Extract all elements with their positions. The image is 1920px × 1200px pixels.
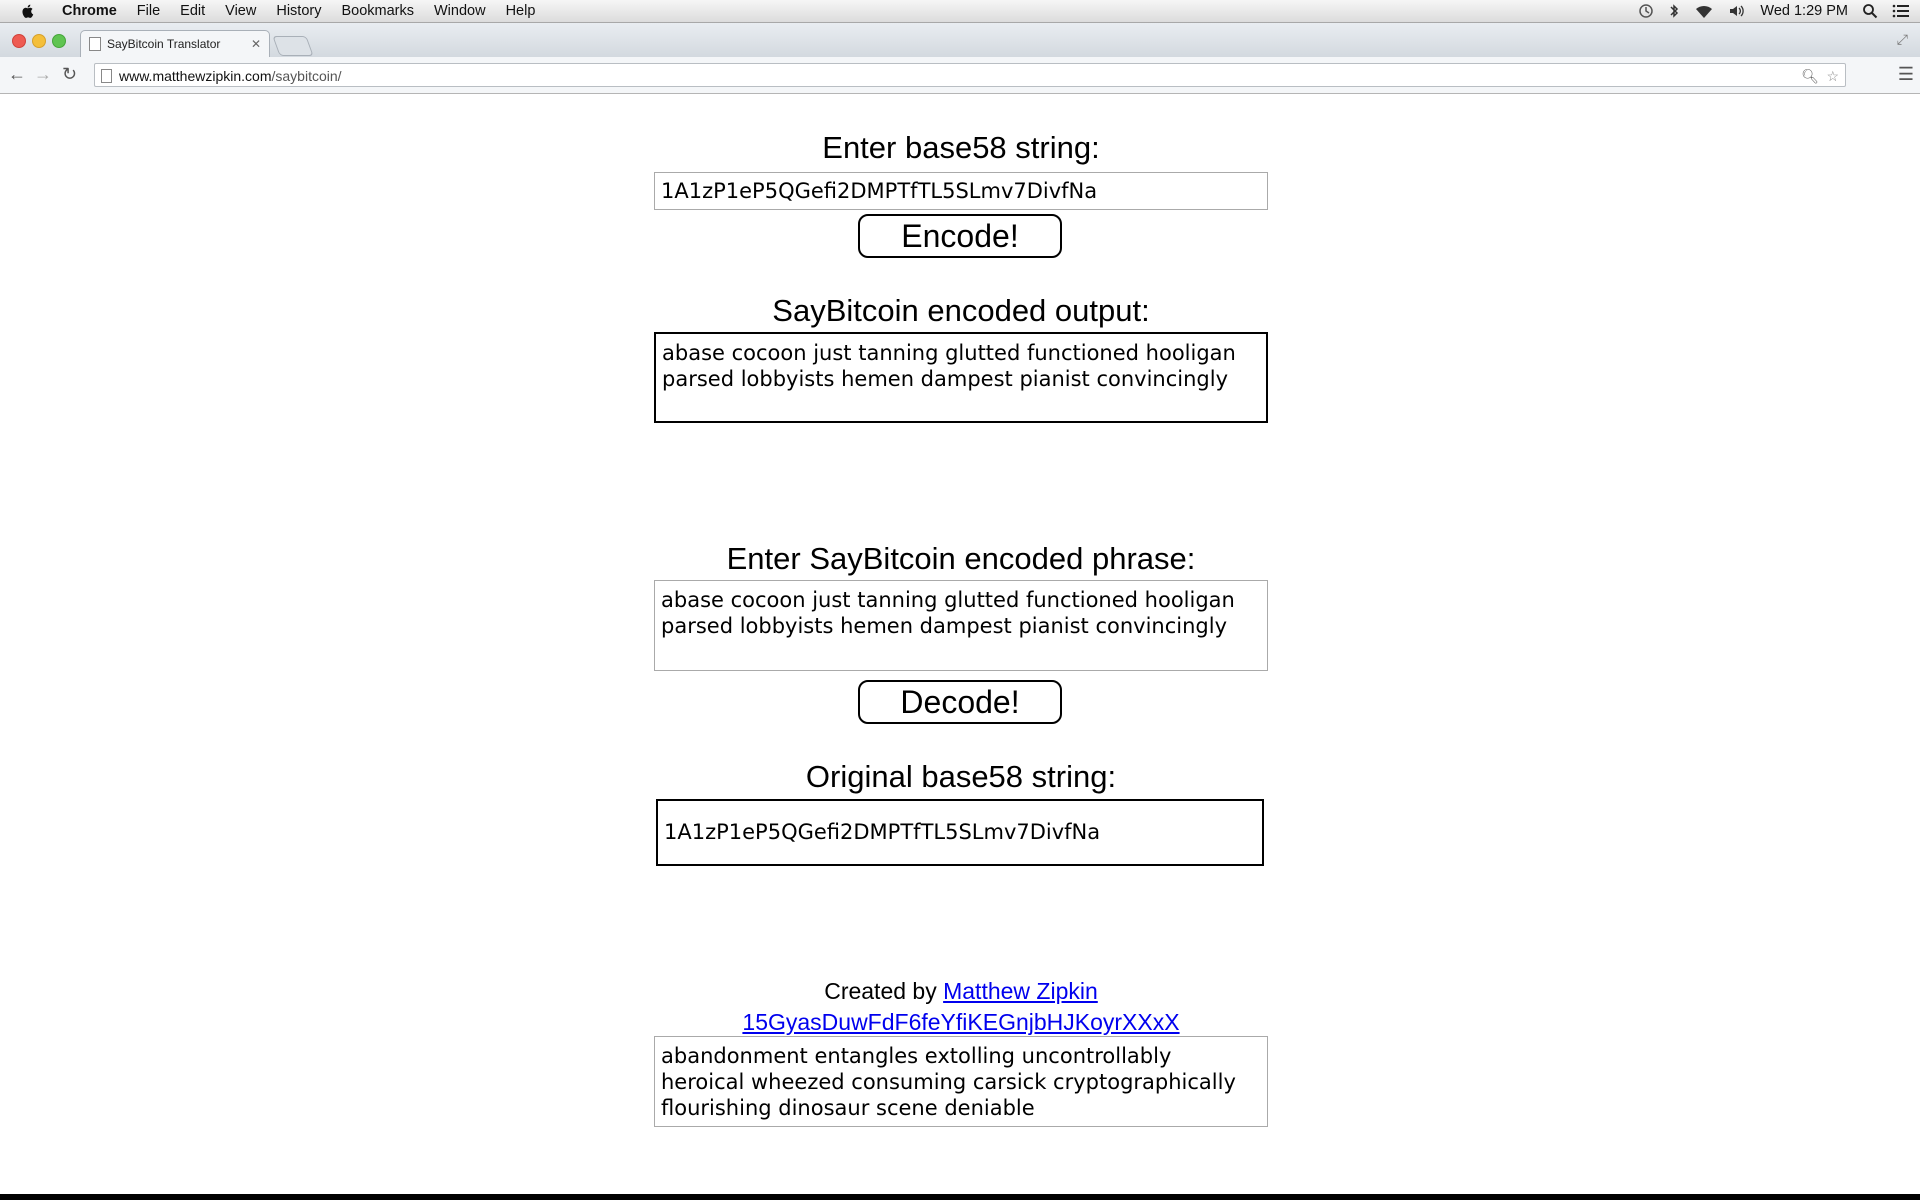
page-content: Enter base58 string: 1A1zP1eP5QGefi2DMPT…: [0, 94, 1920, 1194]
browser-toolbar: ← → ↻ www.matthewzipkin.com/saybitcoin/ …: [0, 57, 1920, 94]
new-tab-button[interactable]: [272, 36, 314, 56]
menu-file[interactable]: File: [127, 0, 170, 22]
forward-arrow-icon[interactable]: →: [34, 64, 52, 85]
spotlight-search-icon[interactable]: [1862, 3, 1878, 19]
encoded-output-box[interactable]: abase cocoon just tanning glutted functi…: [654, 332, 1268, 423]
author-link[interactable]: Matthew Zipkin: [943, 978, 1098, 1004]
wifi-icon[interactable]: [1694, 3, 1714, 19]
menu-app-chrome[interactable]: Chrome: [52, 0, 127, 22]
chrome-menu-icon[interactable]: ☰: [1898, 64, 1914, 85]
volume-icon[interactable]: [1728, 3, 1746, 19]
zoom-icon[interactable]: 🔍︎: [1801, 64, 1819, 88]
url-host: www.matthewzipkin.com: [119, 68, 272, 84]
window-zoom-button[interactable]: [52, 34, 66, 48]
address-bar[interactable]: www.matthewzipkin.com/saybitcoin/ 🔍︎ ☆: [94, 63, 1846, 87]
address-phrase-box[interactable]: abandonment entangles extolling uncontro…: [654, 1036, 1268, 1127]
browser-tab-strip: SayBitcoin Translator ✕ ⤢: [0, 23, 1920, 57]
menu-history[interactable]: History: [266, 0, 331, 22]
reload-icon[interactable]: ↻: [62, 64, 77, 85]
tab-saybitcoin[interactable]: SayBitcoin Translator ✕: [80, 30, 270, 57]
url-path: /saybitcoin/: [271, 68, 342, 84]
encode-heading: Enter base58 string:: [822, 130, 1100, 165]
menu-view[interactable]: View: [215, 0, 266, 22]
page-icon: [101, 69, 112, 83]
back-arrow-icon[interactable]: ←: [8, 64, 26, 85]
encoded-output-heading: SayBitcoin encoded output:: [772, 293, 1150, 328]
created-by-label: Created by: [824, 978, 937, 1004]
fullscreen-icon[interactable]: ⤢: [1897, 31, 1908, 48]
page-icon: [89, 37, 101, 51]
decoded-output-box[interactable]: 1A1zP1eP5QGefi2DMPTfTL5SLmv7DivfNa: [656, 799, 1264, 866]
base58-input[interactable]: 1A1zP1eP5QGefi2DMPTfTL5SLmv7DivfNa: [654, 172, 1268, 210]
mac-menu-bar: Chrome File Edit View History Bookmarks …: [0, 0, 1920, 23]
notification-center-icon[interactable]: [1892, 3, 1910, 19]
bitcoin-address-link[interactable]: 15GyasDuwFdF6feYfiKEGnjbHJKoyrXXxX: [742, 1009, 1179, 1035]
address-line: 15GyasDuwFdF6feYfiKEGnjbHJKoyrXXxX: [654, 1009, 1268, 1036]
tab-close-icon[interactable]: ✕: [251, 37, 261, 51]
menu-edit[interactable]: Edit: [170, 0, 215, 22]
time-machine-icon[interactable]: [1638, 3, 1654, 19]
credit-line: Created by Matthew Zipkin: [654, 978, 1268, 1005]
decoded-output-heading: Original base58 string:: [805, 759, 1117, 794]
menu-extras: Wed 1:29 PM: [1638, 0, 1910, 22]
decode-button[interactable]: Decode!: [858, 680, 1062, 724]
decode-heading: Enter SayBitcoin encoded phrase:: [726, 541, 1196, 576]
apple-icon[interactable]: [18, 3, 38, 19]
tab-title: SayBitcoin Translator: [107, 37, 221, 51]
window-minimize-button[interactable]: [32, 34, 46, 48]
menu-help[interactable]: Help: [496, 0, 546, 22]
encode-button[interactable]: Encode!: [858, 214, 1062, 258]
menu-clock[interactable]: Wed 1:29 PM: [1760, 3, 1848, 19]
bluetooth-icon[interactable]: [1668, 3, 1680, 19]
bookmark-star-icon[interactable]: ☆: [1826, 64, 1839, 88]
phrase-input[interactable]: abase cocoon just tanning glutted functi…: [654, 580, 1268, 671]
menu-window[interactable]: Window: [424, 0, 496, 22]
window-close-button[interactable]: [12, 34, 26, 48]
menu-bookmarks[interactable]: Bookmarks: [331, 0, 424, 22]
